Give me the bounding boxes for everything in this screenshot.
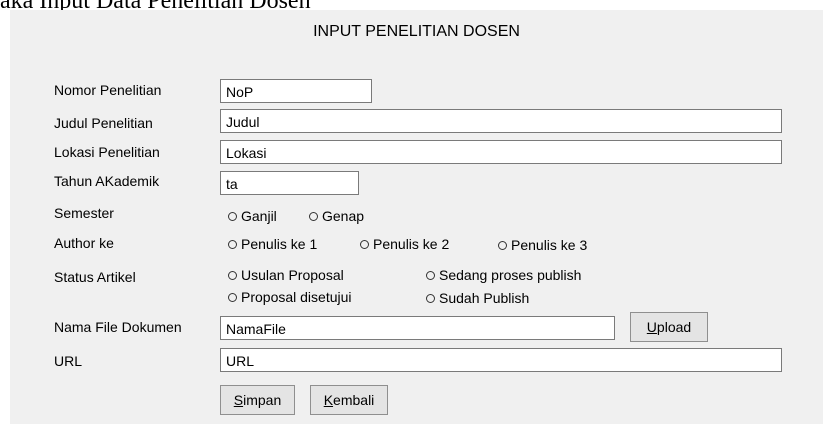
label-status-artikel: Status Artikel <box>54 269 136 285</box>
radio-circle-icon <box>426 270 435 280</box>
radio-circle-icon <box>228 292 237 302</box>
judul-penelitian-input[interactable]: Judul <box>220 109 782 133</box>
radio-circle-icon <box>309 211 318 221</box>
radio-status-proposal-disetujui[interactable]: Proposal disetujui <box>228 289 352 305</box>
radio-circle-icon <box>360 239 369 249</box>
label-judul-penelitian: Judul Penelitian <box>54 115 153 131</box>
radio-circle-icon <box>426 293 435 303</box>
simpan-button[interactable]: Simpan <box>220 385 295 415</box>
simpan-mnemonic: S <box>233 392 244 408</box>
label-semester: Semester <box>54 205 114 221</box>
label-nama-file-dokumen: Nama File Dokumen <box>54 319 182 335</box>
form-title: INPUT PENELITIAN DOSEN <box>313 23 520 40</box>
radio-label: Ganjil <box>241 208 277 224</box>
radio-circle-icon <box>228 270 237 280</box>
radio-circle-icon <box>228 239 237 249</box>
radio-label: Penulis ke 3 <box>511 237 588 253</box>
label-lokasi-penelitian: Lokasi Penelitian <box>54 144 160 160</box>
upload-label: pload <box>656 319 692 335</box>
upload-mnemonic: U <box>646 319 657 335</box>
url-input[interactable]: URL <box>220 348 782 372</box>
radio-label: Sudah Publish <box>439 290 530 306</box>
radio-label: Penulis ke 1 <box>241 236 318 252</box>
radio-author-1[interactable]: Penulis ke 1 <box>228 236 317 252</box>
radio-status-sedang-proses[interactable]: Sedang proses publish <box>426 267 581 283</box>
label-nomor-penelitian: Nomor Penelitian <box>54 82 162 98</box>
kembali-label: embali <box>333 392 375 408</box>
radio-author-2[interactable]: Penulis ke 2 <box>360 236 449 252</box>
simpan-label: impan <box>243 392 282 408</box>
kembali-mnemonic: K <box>323 392 334 408</box>
radio-label: Genap <box>322 208 365 224</box>
upload-button[interactable]: Upload <box>630 312 708 342</box>
radio-semester-ganjil[interactable]: Ganjil <box>228 208 277 224</box>
radio-semester-genap[interactable]: Genap <box>309 208 364 224</box>
label-url: URL <box>54 353 83 369</box>
label-author-ke: Author ke <box>54 235 114 251</box>
tahun-akademik-input[interactable]: ta <box>220 171 359 195</box>
lokasi-penelitian-input[interactable]: Lokasi <box>220 140 782 164</box>
nomor-penelitian-input[interactable]: NoP <box>220 79 372 103</box>
radio-circle-icon <box>228 211 237 221</box>
label-tahun-akademik: Tahun AKademik <box>54 173 160 189</box>
kembali-button[interactable]: Kembali <box>310 385 388 415</box>
radio-circle-icon <box>498 240 507 250</box>
radio-author-3[interactable]: Penulis ke 3 <box>498 237 587 253</box>
radio-label: Usulan Proposal <box>241 267 344 283</box>
form-panel: INPUT PENELITIAN DOSEN Nomor Penelitian … <box>10 10 823 424</box>
radio-status-sudah-publish[interactable]: Sudah Publish <box>426 290 529 306</box>
radio-label: Penulis ke 2 <box>373 236 450 252</box>
nama-file-input[interactable]: NamaFile <box>220 316 615 340</box>
radio-status-usulan-proposal[interactable]: Usulan Proposal <box>228 267 344 283</box>
radio-label: Proposal disetujui <box>241 289 352 305</box>
radio-label: Sedang proses publish <box>439 267 582 283</box>
